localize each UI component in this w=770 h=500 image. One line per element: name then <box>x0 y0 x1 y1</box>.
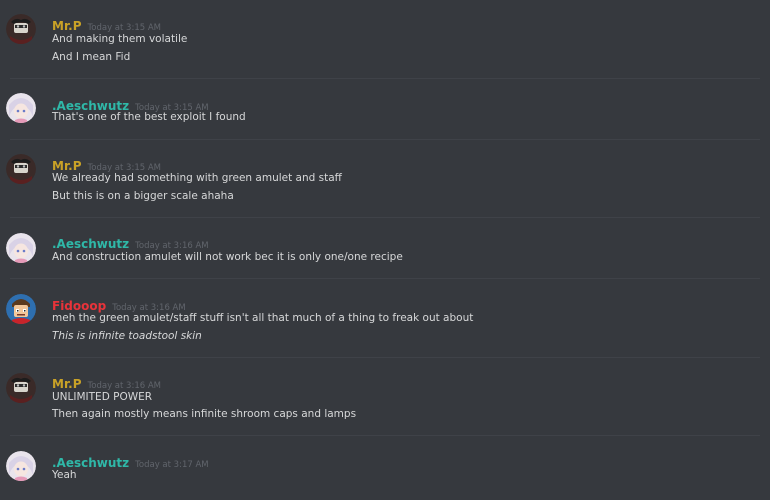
message-divider <box>10 435 760 436</box>
mrp-avatar[interactable] <box>6 373 36 403</box>
username[interactable]: .Aeschwutz <box>52 456 129 470</box>
timestamp: Today at 3:15 AM <box>87 23 161 33</box>
message-header: .Aeschwutz Today at 3:17 AM <box>52 452 209 470</box>
message-text: And construction amulet will not work be… <box>52 251 403 263</box>
message-header: .Aeschwutz Today at 3:15 AM <box>52 95 209 113</box>
timestamp: Today at 3:16 AM <box>135 241 209 251</box>
message-text: We already had something with green amul… <box>52 172 342 184</box>
chat-message-list: Mr.P Today at 3:15 AM And making them vol… <box>0 0 770 500</box>
message-text: And I mean Fid <box>52 51 131 63</box>
message-text: That's one of the best exploit I found <box>52 111 246 123</box>
username[interactable]: Fidooop <box>52 299 106 313</box>
message-divider <box>10 357 760 358</box>
message-divider <box>10 217 760 218</box>
message-header: Fidooop Today at 3:16 AM <box>52 295 186 313</box>
username[interactable]: .Aeschwutz <box>52 237 129 251</box>
username[interactable]: Mr.P <box>52 159 82 173</box>
message-header: Mr.P Today at 3:15 AM <box>52 15 161 33</box>
aeschwutz-avatar[interactable] <box>6 233 36 263</box>
message-header: .Aeschwutz Today at 3:16 AM <box>52 233 209 251</box>
mrp-avatar[interactable] <box>6 14 36 44</box>
fidooop-avatar[interactable] <box>6 294 36 324</box>
timestamp: Today at 3:17 AM <box>135 460 209 470</box>
username[interactable]: Mr.P <box>52 19 82 33</box>
message-text: UNLIMITED POWER <box>52 391 153 403</box>
message-divider <box>10 78 760 79</box>
message-text: meh the green amulet/staff stuff isn't a… <box>52 312 474 324</box>
username[interactable]: Mr.P <box>52 377 82 391</box>
message-text: Yeah <box>52 469 77 481</box>
message-header: Mr.P Today at 3:16 AM <box>52 373 161 391</box>
message-header: Mr.P Today at 3:15 AM <box>52 155 161 173</box>
mrp-avatar[interactable] <box>6 154 36 184</box>
aeschwutz-avatar[interactable] <box>6 93 36 123</box>
aeschwutz-avatar[interactable] <box>6 451 36 481</box>
message-divider <box>10 278 760 279</box>
message-divider <box>10 139 760 140</box>
timestamp: Today at 3:16 AM <box>87 381 161 391</box>
message-text: Then again mostly means infinite shroom … <box>52 408 357 420</box>
message-text: But this is on a bigger scale ahaha <box>52 190 234 202</box>
message-text: And making them volatile <box>52 33 188 45</box>
message-text-emphasis: This is infinite toadstool skin <box>52 330 202 342</box>
